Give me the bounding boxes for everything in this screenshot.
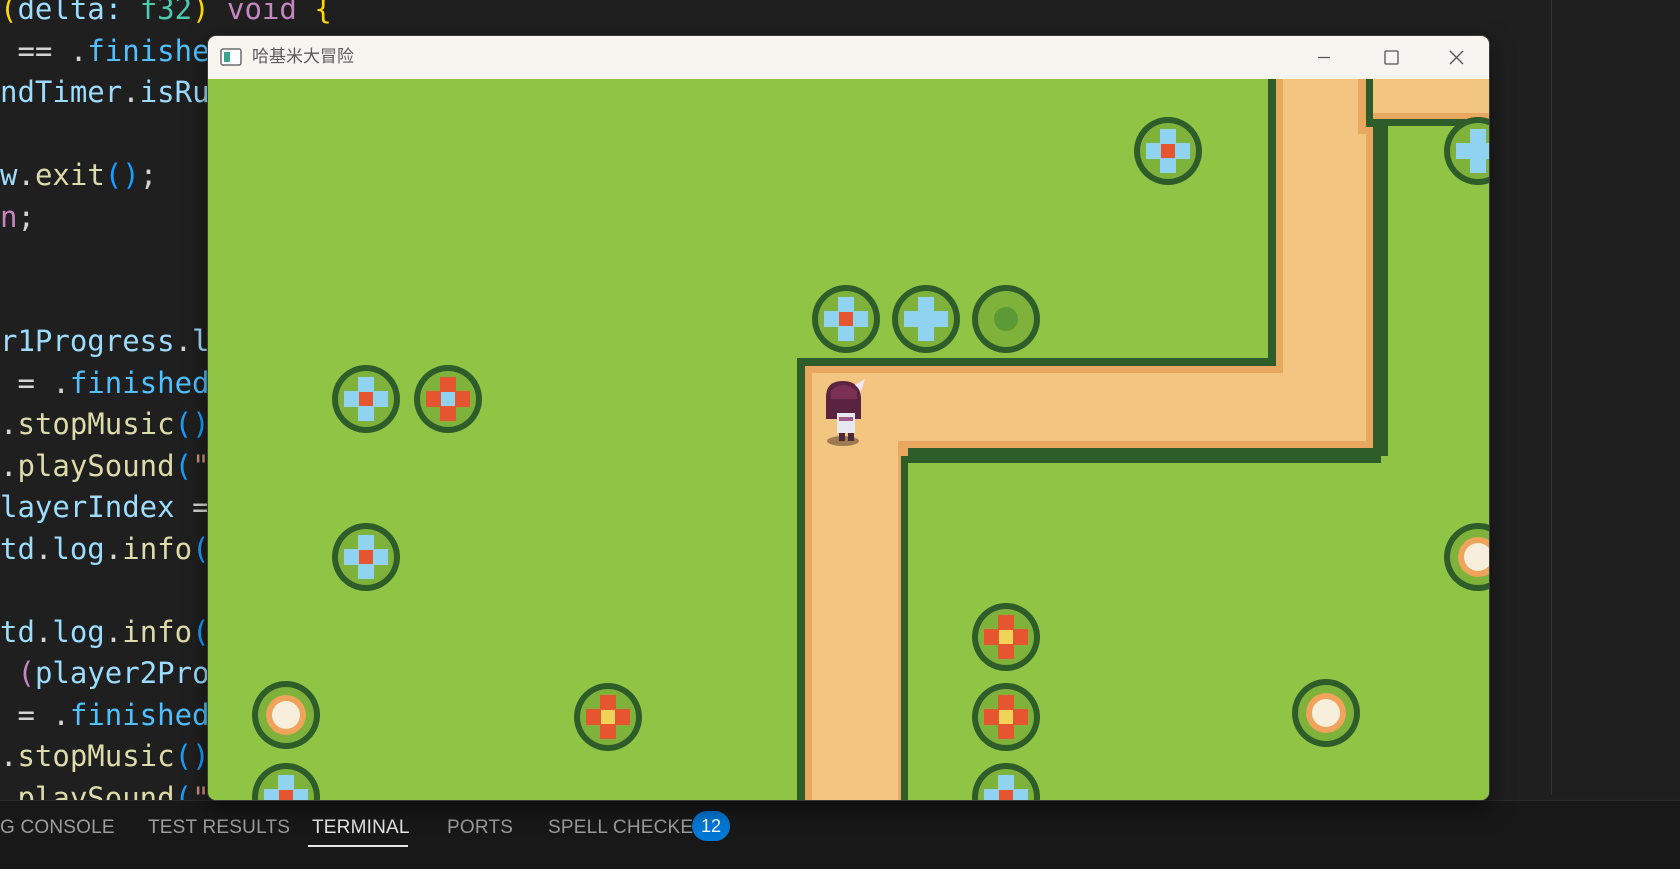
code-token: . <box>0 739 18 773</box>
tab-terminal[interactable]: TERMINAL <box>312 815 410 841</box>
code-line[interactable]: td.log.info( <box>0 612 210 653</box>
code-token: = . <box>0 697 70 732</box>
code-token: ; <box>139 158 158 192</box>
code-token: . <box>174 324 193 358</box>
flower-bush <box>892 285 960 353</box>
code-line[interactable]: n; <box>0 197 35 238</box>
tab-spell-checker[interactable]: SPELL CHECKER <box>548 815 707 841</box>
code-token: ndTimer <box>0 75 123 109</box>
flower-bush <box>972 603 1040 671</box>
code-token: ; <box>17 199 35 234</box>
tab-debug-console[interactable]: G CONSOLE <box>0 815 115 841</box>
code-line[interactable]: (player2Pro <box>0 653 210 694</box>
flower-bush <box>332 365 400 433</box>
code-token: . <box>34 531 53 566</box>
flower-bush <box>812 285 880 353</box>
code-line[interactable]: td.log.info( <box>0 529 210 570</box>
code-token: ( <box>192 531 210 566</box>
code-token: . <box>104 531 123 566</box>
maximize-icon <box>1384 50 1399 65</box>
code-token: delta: <box>17 0 140 26</box>
code-token: n <box>0 199 18 234</box>
code-line[interactable]: = .finished <box>0 695 210 736</box>
flower-bush <box>1134 117 1202 185</box>
code-token: () <box>174 407 210 441</box>
code-token: td <box>0 614 35 649</box>
code-line[interactable]: .stopMusic() <box>0 404 210 445</box>
code-token: () <box>174 739 210 773</box>
close-button[interactable] <box>1423 36 1489 79</box>
code-line[interactable]: w.exit(); <box>0 155 157 196</box>
code-token: w <box>0 158 18 192</box>
code-line[interactable]: ndTimer.isRu <box>0 72 210 113</box>
code-token: info <box>122 531 193 566</box>
active-tab-indicator <box>308 845 408 847</box>
code-token: = <box>174 490 210 524</box>
code-token: finished <box>87 33 227 68</box>
minimize-icon <box>1318 56 1330 59</box>
code-token: l <box>192 324 210 358</box>
game-window[interactable]: 哈基米大冒险 <box>208 36 1489 800</box>
tab-test-results[interactable]: TEST RESULTS <box>148 815 290 841</box>
code-token: . <box>0 448 18 483</box>
code-token: . <box>0 407 18 441</box>
code-token: void <box>227 0 297 26</box>
code-token: ( <box>0 0 18 26</box>
code-line[interactable]: .playSound(" <box>0 446 210 487</box>
code-line[interactable]: r1Progress.l <box>0 321 210 362</box>
code-token: finished <box>69 365 210 400</box>
code-token: finished <box>69 697 210 732</box>
code-token: log <box>52 614 105 649</box>
flower-bush <box>972 285 1040 353</box>
code-token: . <box>104 614 123 649</box>
code-token: . <box>122 75 140 109</box>
game-window-titlebar[interactable]: 哈基米大冒险 <box>208 36 1489 79</box>
code-token: layerIndex <box>0 490 175 524</box>
code-token: . <box>17 158 35 192</box>
flower-bush <box>972 683 1040 751</box>
maximize-button[interactable] <box>1358 36 1424 79</box>
code-line[interactable]: layerIndex = <box>0 487 210 528</box>
app-window-icon <box>220 48 242 66</box>
minimize-button[interactable] <box>1291 36 1357 79</box>
code-token: exit <box>34 158 105 192</box>
code-token: stopMusic <box>17 739 175 773</box>
tab-ports[interactable]: PORTS <box>447 815 513 841</box>
code-token: = . <box>0 365 70 400</box>
code-token: r1Progress <box>0 324 175 358</box>
code-token: stopMusic <box>17 407 175 441</box>
code-token: f32 <box>139 0 193 26</box>
minimap[interactable] <box>1552 0 1680 795</box>
code-token: ( <box>174 448 193 483</box>
code-token: ( <box>17 656 35 690</box>
code-token: isRu <box>139 75 210 109</box>
code-token: . <box>34 614 53 649</box>
code-line[interactable]: (delta: f32) void { <box>0 0 332 30</box>
stump-bush <box>1292 679 1360 747</box>
code-token: player2Pro <box>34 656 210 690</box>
code-token: ) <box>192 0 227 26</box>
code-token: " <box>192 448 210 483</box>
flower-bush <box>574 683 642 751</box>
code-token: ( <box>192 614 210 649</box>
flower-bush <box>332 523 400 591</box>
code-token: == . <box>0 33 88 68</box>
code-line[interactable]: = .finished <box>0 363 210 404</box>
code-token: log <box>52 531 105 566</box>
game-window-title: 哈基米大冒险 <box>252 47 354 67</box>
code-token: playSound <box>17 448 175 483</box>
code-token: info <box>122 614 193 649</box>
code-token: td <box>0 531 35 566</box>
code-token: { <box>314 0 332 26</box>
game-canvas[interactable] <box>208 79 1489 800</box>
flower-bush <box>414 365 482 433</box>
spell-checker-count-badge: 12 <box>692 811 730 841</box>
stump-bush <box>252 681 320 749</box>
close-icon <box>1449 50 1464 65</box>
code-token: () <box>104 158 140 192</box>
code-line[interactable]: .stopMusic() <box>0 736 210 777</box>
